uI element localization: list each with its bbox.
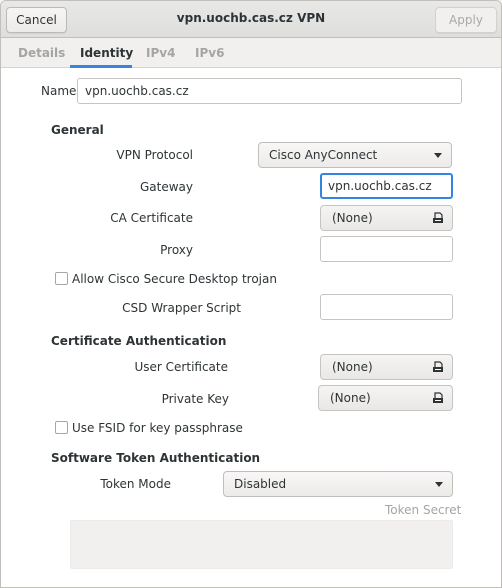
tab-bar: Details Identity IPv4 IPv6 <box>1 38 501 68</box>
token-mode-select[interactable]: Disabled <box>223 471 453 497</box>
chevron-down-icon <box>434 153 442 158</box>
apply-button[interactable]: Apply <box>435 7 497 33</box>
allow-csd-label[interactable]: Allow Cisco Secure Desktop trojan <box>72 272 277 286</box>
vpn-protocol-select[interactable]: Cisco AnyConnect <box>258 142 452 168</box>
window-title: vpn.uochb.cas.cz VPN <box>176 11 326 25</box>
tab-ipv4[interactable]: IPv4 <box>146 46 175 60</box>
proxy-field[interactable] <box>320 236 453 262</box>
gateway-label: Gateway <box>139 180 193 194</box>
user-certificate-chooser[interactable]: (None) <box>320 354 453 380</box>
proxy-label: Proxy <box>160 243 193 257</box>
ca-certificate-value: (None) <box>332 211 373 225</box>
user-certificate-label: User Certificate <box>134 360 229 374</box>
csd-wrapper-label: CSD Wrapper Script <box>122 301 241 315</box>
active-tab-indicator <box>70 65 132 68</box>
token-mode-label: Token Mode <box>100 477 171 491</box>
document-open-icon <box>433 392 443 403</box>
gateway-field-value: vpn.uochb.cas.cz <box>328 179 432 193</box>
name-label: Name <box>41 84 77 98</box>
document-open-icon <box>433 361 443 372</box>
token-secret-label: Token Secret <box>385 503 462 517</box>
tab-details[interactable]: Details <box>18 46 65 60</box>
vpn-protocol-value: Cisco AnyConnect <box>269 148 378 162</box>
private-key-value: (None) <box>330 391 371 405</box>
private-key-label: Private Key <box>161 392 229 406</box>
tab-ipv6[interactable]: IPv6 <box>195 46 224 60</box>
use-fsid-label[interactable]: Use FSID for key passphrase <box>72 421 243 435</box>
user-certificate-value: (None) <box>332 360 373 374</box>
allow-csd-checkbox[interactable] <box>55 272 68 285</box>
private-key-chooser[interactable]: (None) <box>318 385 453 411</box>
token-secret-field <box>70 520 453 569</box>
token-auth-heading: Software Token Authentication <box>51 451 261 465</box>
tab-identity[interactable]: Identity <box>80 46 133 60</box>
header-bar: Cancel vpn.uochb.cas.cz VPN Apply <box>1 1 501 38</box>
name-field-value: vpn.uochb.cas.cz <box>85 84 189 98</box>
vpn-protocol-label: VPN Protocol <box>116 148 193 162</box>
use-fsid-checkbox[interactable] <box>55 421 68 434</box>
token-mode-value: Disabled <box>234 477 287 491</box>
document-open-icon <box>433 212 443 223</box>
general-heading: General <box>51 123 104 137</box>
ca-certificate-label: CA Certificate <box>110 211 193 225</box>
name-field[interactable]: vpn.uochb.cas.cz <box>77 78 462 104</box>
vpn-dialog-window: Cancel vpn.uochb.cas.cz VPN Apply Detail… <box>0 0 502 588</box>
csd-wrapper-field[interactable] <box>320 294 453 320</box>
ca-certificate-chooser[interactable]: (None) <box>320 205 453 231</box>
cert-auth-heading: Certificate Authentication <box>51 334 227 348</box>
chevron-down-icon <box>435 482 443 487</box>
gateway-field[interactable]: vpn.uochb.cas.cz <box>320 173 453 199</box>
